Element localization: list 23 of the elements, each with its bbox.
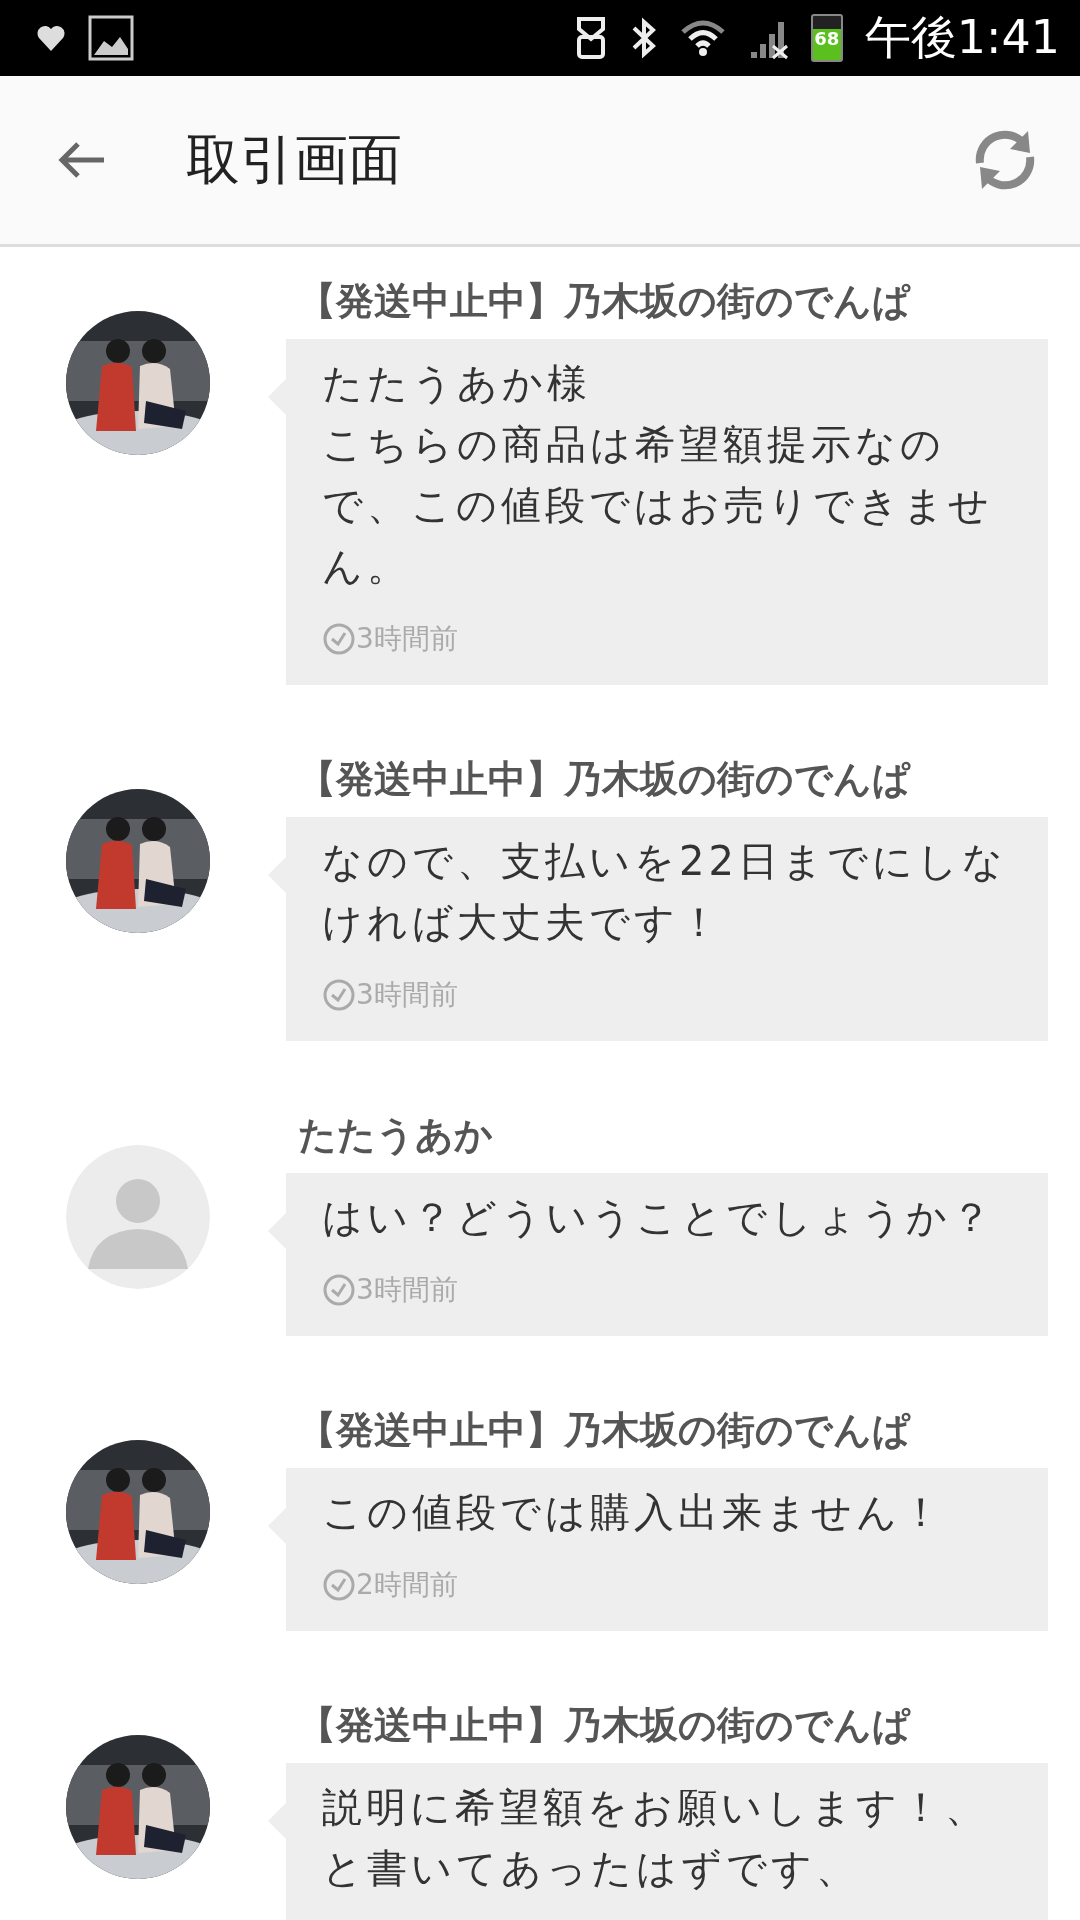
sender-name: たたうあか (298, 1112, 494, 1159)
message-time: 3時間前 (356, 1272, 458, 1308)
message-text: こちらの商品は希望額提示なので、この値段ではお売りできません。 (322, 420, 994, 591)
sender-name: 【発送中止中】乃木坂の街のでんぱ (298, 756, 912, 803)
message-time: 2時間前 (356, 1567, 458, 1603)
back-icon[interactable] (58, 140, 106, 180)
image-icon (88, 15, 134, 61)
message-text: はい？どういうことでしょうか？ (322, 1193, 996, 1242)
bluetooth-icon (630, 16, 657, 60)
sender-name: 【発送中止中】乃木坂の街のでんぱ (298, 1702, 912, 1749)
battery-icon: 68 (810, 14, 843, 62)
message-text: 説明に希望額をお願いします！、と書いてあったはずです、 (322, 1783, 990, 1893)
sender-name: 【発送中止中】乃木坂の街のでんぱ (298, 1407, 912, 1454)
screen-title: 取引画面 (186, 126, 403, 193)
message-time: 3時間前 (356, 977, 458, 1013)
message-time: 3時間前 (356, 621, 458, 657)
message-text: この値段では購入出来ません！ (322, 1488, 946, 1537)
heart-icon (36, 24, 66, 52)
clock: 午後1:41 (864, 9, 1060, 66)
message-text: たたうあか様 (322, 359, 592, 408)
message-text: なので、支払いを22日までにしなければ大丈夫です！ (322, 837, 1008, 947)
avatar-icon (66, 1145, 210, 1289)
sender-name: 【発送中止中】乃木坂の街のでんぱ (298, 278, 912, 325)
